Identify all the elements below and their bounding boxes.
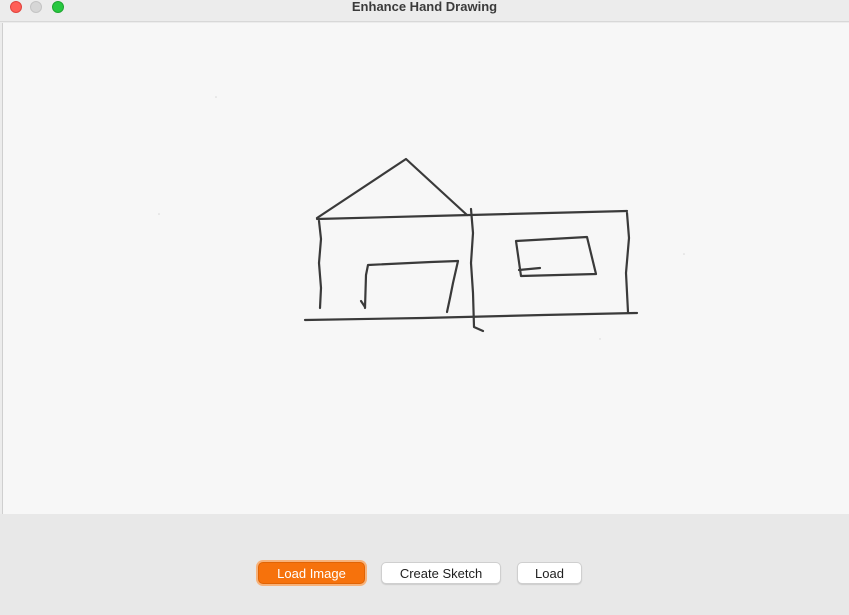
bottom-toolbar: Load Image Create Sketch Load <box>0 514 849 615</box>
sketch-ground-line <box>303 311 639 322</box>
window-title: Enhance Hand Drawing <box>351 0 498 14</box>
sketch-left-wall <box>317 219 323 310</box>
sketch-door-top <box>363 259 460 310</box>
app-window: Enhance Hand Drawing Load Image Create S… <box>0 0 849 615</box>
sketch-window-mark <box>517 266 542 272</box>
load-button[interactable]: Load <box>517 562 582 584</box>
load-image-button[interactable]: Load Image <box>258 562 365 584</box>
sketch-roof <box>315 157 469 220</box>
sketch-right-wall <box>624 211 631 314</box>
sketch-door-right <box>445 259 460 314</box>
drawing-canvas[interactable] <box>2 23 849 514</box>
house-sketch-image <box>158 96 685 340</box>
sketch-middle-divider <box>469 207 485 333</box>
create-sketch-button[interactable]: Create Sketch <box>381 562 501 584</box>
title-bar: Enhance Hand Drawing <box>0 0 849 22</box>
